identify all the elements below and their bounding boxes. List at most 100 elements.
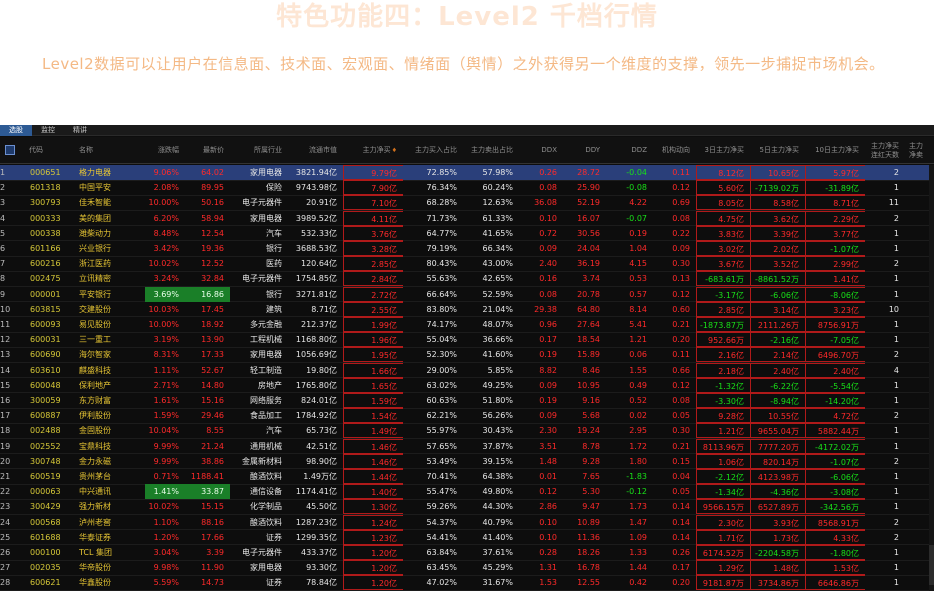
table-row[interactable]: 14 603610 麒盛科技 1.11% 52.67 轻工制造 19.80亿 1.66亿 29.… [0, 362, 934, 379]
table-row[interactable]: 1 000651 格力电器 9.06% 64.02 家用电器 3821.94亿 9.79亿 72… [0, 165, 934, 181]
table-row[interactable]: 23 300429 强力新材 10.02% 15.15 化学制品 45.50亿 1.30亿 59… [0, 499, 934, 515]
market-cap: 532.33亿 [301, 228, 337, 238]
net-5day: 9655.04万 [750, 423, 805, 439]
institution-trend: 0.30 [672, 426, 690, 436]
column-header-red-days[interactable]: 主力净买连红天数 [865, 137, 905, 164]
main-net-buy: 1.95亿 [343, 347, 403, 363]
change-percent: 1.59% [153, 411, 179, 421]
table-row[interactable]: 25 601688 华泰证券 1.20% 17.66 证券 1299.35亿 1.23亿 54.… [0, 529, 934, 546]
table-row[interactable]: 20 300748 金力永磁 9.99% 38.86 金属新材料 98.90亿 1.46亿 53… [0, 453, 934, 470]
net-10day: -1.07亿 [805, 241, 865, 256]
main-sell-ratio: 42.65% [482, 274, 513, 284]
table-row[interactable]: 3 300793 佳禾智能 10.00% 50.16 电子元器件 20.91亿 7.10亿 68… [0, 195, 934, 211]
table-row[interactable]: 2 601318 中国平安 2.08% 89.95 保险 9743.98亿 7.90亿 76.3… [0, 180, 934, 196]
stock-name: 平安银行 [79, 289, 111, 299]
table-row[interactable]: 4 000333 美的集团 6.20% 58.94 家用电器 3989.52亿 4.11亿 71… [0, 210, 934, 227]
grid-settings-icon[interactable] [5, 145, 15, 155]
net-3day: 8113.96万 [696, 438, 750, 454]
main-net-buy: 1.40亿 [343, 484, 403, 500]
column-header-main-net-sell[interactable]: 主力净卖 [905, 137, 934, 164]
column-header-5day-net[interactable]: 5日主力净买 [750, 137, 805, 164]
stock-name: 佳禾智能 [79, 198, 111, 208]
table-row[interactable]: 19 002552 宝鼎科技 9.99% 21.24 通用机械 42.51亿 1.46亿 57.… [0, 438, 934, 455]
ddx-value: 8.82 [539, 365, 557, 375]
main-net-buy: 2.55亿 [343, 301, 403, 317]
red-days: 1 [893, 244, 899, 253]
table-row[interactable]: 11 600093 易见股份 10.00% 18.92 多元金融 212.37亿 1.99亿 7… [0, 317, 934, 333]
ddz-value: 1.21 [629, 335, 647, 345]
institution-trend: 0.14 [672, 502, 690, 512]
column-header-code[interactable]: 代码 [25, 137, 75, 164]
table-row[interactable]: 26 000100 TCL 集团 3.04% 3.39 电子元器件 433.37亿 1.20亿… [0, 545, 934, 561]
net-5day: -8861.52万 [750, 271, 805, 287]
net-5day: 3.62亿 [750, 210, 805, 226]
market-cap: 3271.81亿 [295, 289, 337, 299]
ddy-value: 18.26 [577, 548, 600, 557]
main-sell-ratio: 30.43% [482, 426, 513, 436]
red-days: 1 [893, 289, 899, 299]
vertical-scrollbar[interactable] [929, 165, 934, 591]
ddx-value: 0.09 [539, 244, 557, 253]
column-header-main-net-buy[interactable]: 主力净买 ♦ [343, 137, 403, 164]
change-percent: 10.03% [148, 304, 179, 314]
column-header-name[interactable]: 名称 [75, 137, 145, 164]
table-row[interactable]: 12 600031 三一重工 3.19% 13.90 工程机械 1168.80亿 1.96亿 5… [0, 332, 934, 348]
table-row[interactable]: 22 000063 中兴通讯 1.41% 33.87 通信设备 1174.41亿 1.40亿 5… [0, 484, 934, 500]
red-days: 1 [893, 396, 899, 405]
column-header-10day-net[interactable]: 10日主力净买 [805, 137, 865, 164]
column-header-main-sell-ratio[interactable]: 主力卖出占比 [463, 137, 519, 164]
main-sell-ratio: 37.87% [482, 441, 513, 451]
ddx-value: 0.26 [539, 168, 557, 177]
change-percent: 0.71% [153, 472, 179, 481]
scrollbar-thumb[interactable] [929, 545, 934, 585]
ddx-value: 29.38 [534, 304, 557, 314]
ddx-value: 0.16 [539, 274, 557, 284]
industry: 汽车 [266, 426, 282, 436]
table-row[interactable]: 7 600216 浙江医药 10.02% 12.52 医药 120.64亿 2.85亿 80.4… [0, 256, 934, 272]
net-5day: 2.02亿 [750, 241, 805, 256]
ddz-value: 8.14 [629, 304, 647, 314]
main-buy-ratio: 54.41% [426, 532, 457, 542]
stock-code: 002488 [30, 426, 61, 436]
terminal-tabs: 选股 监控 精讲 [0, 125, 934, 136]
table-row[interactable]: 27 002035 华帝股份 9.98% 11.90 家用电器 93.30亿 1.20亿 63.… [0, 560, 934, 576]
column-header-ddz[interactable]: DDZ [606, 137, 653, 164]
institution-trend: 0.14 [672, 532, 690, 542]
table-row[interactable]: 21 600519 贵州茅台 0.71% 1188.41 酿酒饮料 1.49万亿 1.44亿 7… [0, 469, 934, 485]
column-header-change[interactable]: 涨跌幅 [145, 137, 185, 164]
column-header-main-buy-ratio[interactable]: 主力买入占比 [403, 137, 463, 164]
ddx-value: 0.01 [539, 472, 557, 481]
row-index: 5 [0, 228, 6, 238]
net-10day: 2.29亿 [805, 210, 865, 226]
tab-monitor[interactable]: 监控 [32, 125, 64, 136]
table-row[interactable]: 5 000338 潍柴动力 8.48% 12.54 汽车 532.33亿 3.76亿 64.77… [0, 225, 934, 242]
column-header-price[interactable]: 最新价 [185, 137, 230, 164]
column-header-market-cap[interactable]: 流通市值 [288, 137, 343, 164]
ddz-value: -0.07 [626, 213, 647, 223]
main-net-buy: 1.66亿 [343, 362, 403, 378]
table-row[interactable]: 8 002475 立讯精密 3.24% 32.84 电子元器件 1754.85亿 2.84亿 5… [0, 271, 934, 287]
net-10day: -4172.02万 [805, 438, 865, 454]
net-3day: 2.30亿 [696, 514, 750, 530]
tab-lecture[interactable]: 精讲 [64, 125, 96, 136]
column-header-ddx[interactable]: DDX [519, 137, 563, 164]
table-row[interactable]: 13 600690 海尔智家 8.31% 17.33 家用电器 1056.69亿 1.95亿 5… [0, 347, 934, 363]
table-row[interactable]: 9 000001 平安银行 3.69% 16.86 银行 3271.81亿 2.72亿 66.6… [0, 286, 934, 303]
table-row[interactable]: 6 601166 兴业银行 3.42% 19.36 银行 3688.53亿 3.28亿 79.1… [0, 241, 934, 257]
table-row[interactable]: 28 600621 华鑫股份 5.59% 14.73 证券 78.84亿 1.20亿 47.02… [0, 575, 934, 591]
tab-stock-picking[interactable]: 选股 [0, 125, 32, 136]
ddz-value: -0.04 [626, 168, 647, 177]
column-header-3day-net[interactable]: 3日主力净买 [696, 137, 750, 164]
main-sell-ratio: 61.33% [482, 213, 513, 223]
table-row[interactable]: 15 600048 保利地产 2.71% 14.80 房地产 1765.80亿 1.65亿 63… [0, 377, 934, 394]
table-row[interactable]: 18 002488 金固股份 10.04% 8.55 汽车 65.73亿 1.49亿 55.97… [0, 423, 934, 439]
red-days: 10 [888, 304, 899, 314]
column-header-institution[interactable]: 机构动向 [653, 137, 696, 164]
column-header-industry[interactable]: 所属行业 [230, 137, 288, 164]
row-index: 4 [0, 213, 6, 223]
table-row[interactable]: 16 300059 东方财富 1.61% 15.16 网络服务 824.01亿 1.59亿 60… [0, 393, 934, 409]
table-row[interactable]: 24 000568 泸州老窖 1.10% 88.16 酿酒饮料 1287.23亿 1.24亿 5… [0, 514, 934, 531]
table-row[interactable]: 10 603815 交建股份 10.03% 17.45 建筑 8.71亿 2.55亿 83.80… [0, 301, 934, 318]
column-header-ddy[interactable]: DDY [563, 137, 606, 164]
table-row[interactable]: 17 600887 伊利股份 1.59% 29.46 食品加工 1784.92亿 1.54亿 6… [0, 408, 934, 424]
